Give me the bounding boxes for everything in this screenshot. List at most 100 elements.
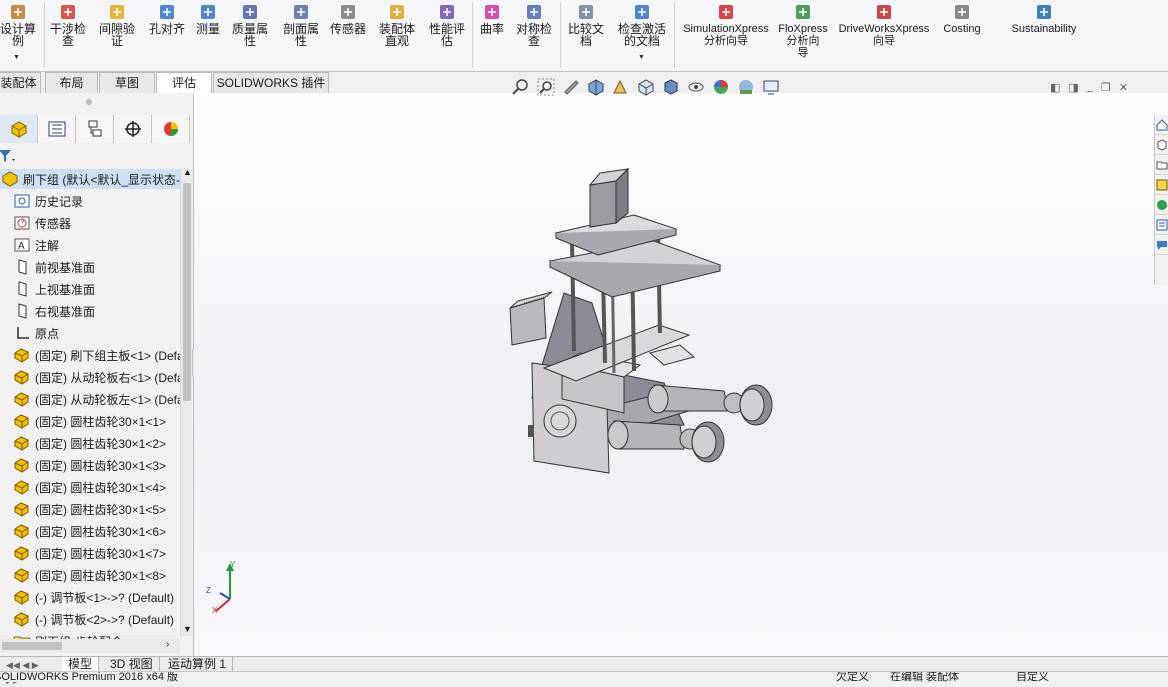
floxpress-button[interactable]: FloXpress 分析向 导 [777,2,829,59]
tree-horizontal-scrollbar[interactable]: › [0,639,180,653]
interference-button[interactable]: 干涉检 查 [46,2,90,47]
solidworks-forum-icon[interactable] [1155,235,1168,255]
tree-item[interactable]: 前视基准面 [0,257,180,277]
minimize-icon[interactable]: _ [1087,81,1093,94]
view-orientation-icon[interactable] [635,77,657,97]
tab-solidworks-addins[interactable]: SOLIDWORKS 插件 [213,72,329,93]
tab-3d-views[interactable]: 3D 视图 [104,657,160,672]
tree-item[interactable]: (固定) 圆柱齿轮30×1<6> [0,521,180,541]
costing-button[interactable]: Costing [940,2,984,35]
tree-item-label: 注解 [35,238,60,253]
restore-icon[interactable]: ❐ [1101,81,1111,94]
apply-scene-icon[interactable] [735,77,757,97]
tab-featuremanager[interactable] [0,115,38,143]
zoom-to-area-icon[interactable] [535,77,557,97]
view-palette-icon[interactable] [1155,175,1168,195]
tree-item[interactable]: (固定) 圆柱齿轮30×1<8> [0,565,180,585]
scrollbar-thumb[interactable] [183,183,191,401]
tree-item-label: (固定) 圆柱齿轮30×1<6> [35,524,167,539]
scrollbar-thumb[interactable] [2,642,62,650]
chevron-up-icon[interactable]: ▲ [183,167,192,177]
design-library-icon[interactable] [1155,135,1168,155]
zoom-to-fit-icon[interactable] [510,77,532,97]
tree-item[interactable]: (固定) 圆柱齿轮30×1<7> [0,543,180,563]
tree-item[interactable]: (固定) 圆柱齿轮30×1<1> [0,411,180,431]
view-settings-icon[interactable] [760,77,782,97]
panel-splitter-handle[interactable] [86,99,92,105]
tile-left-icon[interactable]: ◧ [1050,81,1060,94]
close-icon[interactable]: ✕ [1119,81,1128,94]
hole-align-button[interactable]: 孔对齐 [144,2,190,35]
status-units[interactable]: 自定义 [1016,672,1049,682]
perf-eval-button[interactable]: 性能评 估 [425,2,469,47]
tab-configurationmanager[interactable] [76,115,114,143]
simxpress-button[interactable]: SimulationXpress 分析向导 [680,2,772,47]
appearances-icon[interactable] [1155,195,1168,215]
mass-props-button[interactable]: 质量属 性 [228,2,272,47]
tree-item[interactable]: (固定) 圆柱齿轮30×1<5> [0,499,180,519]
sensor-button[interactable]: 传感器 [326,2,370,35]
tab-layout[interactable]: 布局 [45,72,98,93]
tree-item[interactable]: (固定) 刷下组主板<1> (Default) [0,345,180,365]
costing-label: Costing [943,23,981,35]
curvature-button[interactable]: 曲率 [478,2,506,35]
symmetry-button[interactable]: 对称检 查 [513,2,555,47]
tree-item[interactable]: (固定) 从动轮板右<1> (Default) [0,367,180,387]
tree-item[interactable]: 历史记录 [0,191,180,211]
tab-displaymanager[interactable] [152,115,190,143]
filter-funnel-icon[interactable] [0,148,16,164]
compare-button[interactable]: 比较文 档 [565,2,607,47]
tab-sketch[interactable]: 草图 [99,72,155,93]
chevron-down-icon[interactable]: ▼ [13,54,20,61]
edit-appearance-icon[interactable] [710,77,732,97]
tree-item[interactable]: A 注解 [0,235,180,255]
section-view-icon[interactable] [585,77,607,97]
chevron-right-icon[interactable]: › [166,639,169,650]
file-explorer-icon[interactable] [1155,155,1168,175]
display-style-icon[interactable] [660,77,682,97]
tree-item[interactable]: 传感器 [0,213,180,233]
clearance-button[interactable]: 间隙验 证 [95,2,139,47]
tree-item[interactable]: (固定) 圆柱齿轮30×1<2> [0,433,180,453]
tree-item[interactable]: 右视基准面 [0,301,180,321]
section-props-button[interactable]: 剖面属 性 [279,2,323,47]
custom-properties-icon[interactable] [1155,215,1168,235]
tree-root-assembly[interactable]: 刷下组 (默认<默认_显示状态-1>) [0,169,180,189]
triad-y-label: Y [230,560,236,569]
tree-item[interactable]: (固定) 圆柱齿轮30×1<4> [0,477,180,497]
driveworks-button[interactable]: DriveWorksXpress 向导 [836,2,932,47]
tab-evaluate[interactable]: 评估 [156,72,212,93]
tab-assembly[interactable]: 装配体 [0,72,41,93]
tree-item[interactable]: 原点 [0,323,180,343]
tab-motion-study[interactable]: 运动算例 1 [162,657,234,672]
activated-docs-button[interactable]: 检查激活 的文档 [614,2,670,47]
tree-item[interactable]: (-) 调节板<2>->? (Default) [0,609,180,629]
graphics-area[interactable]: ◧ ◨ _ ❐ ✕ Y Z X [194,78,1168,656]
command-manager-ribbon: 设计算 例干涉检 查间隙验 证孔对齐 测量 质量属 性剖面属 性传感器 装配体 直观性… [0,0,1168,72]
tab-nav-buttons[interactable]: ◀◀ ◀ ▶ ▶▶ [0,657,60,685]
feature-tree: 刷下组 (默认<默认_显示状态-1>) 历史记录传感器 A 注解前视基准面上视基准面… [0,169,180,644]
tab-model[interactable]: 模型 [62,657,100,672]
previous-view-icon[interactable] [560,77,582,97]
design-calc-button[interactable]: 设计算 例 [0,2,42,47]
tree-item[interactable]: (固定) 圆柱齿轮30×1<3> [0,455,180,475]
asm-viz-button[interactable]: 装配体 直观 [375,2,419,47]
assembly-3d-model[interactable] [484,163,784,483]
tree-vertical-scrollbar[interactable]: ▲ ▼ [180,167,192,636]
measure-button[interactable]: 测量 [192,2,224,35]
tree-item[interactable]: (-) 调节板<1>->? (Default) [0,587,180,607]
chevron-down-icon[interactable]: ▼ [638,54,645,61]
tile-right-icon[interactable]: ◨ [1068,81,1078,94]
dynamic-annotation-views-icon[interactable] [610,77,632,97]
tree-item[interactable]: (固定) 从动轮板左<1> (Default) [0,389,180,409]
home-icon[interactable] [1155,115,1168,135]
chevron-down-icon[interactable]: ▼ [183,624,192,634]
tab-propertymanager[interactable] [38,115,76,143]
sustainability-label: Sustainability [1011,23,1077,35]
tree-item[interactable]: 上视基准面 [0,279,180,299]
sustainability-icon [1037,5,1051,19]
sustainability-button[interactable]: Sustainability [1007,2,1081,35]
tab-dimxpertmanager[interactable] [114,115,152,143]
sensor-icon [12,214,32,232]
hide-show-items-icon[interactable] [685,77,707,97]
